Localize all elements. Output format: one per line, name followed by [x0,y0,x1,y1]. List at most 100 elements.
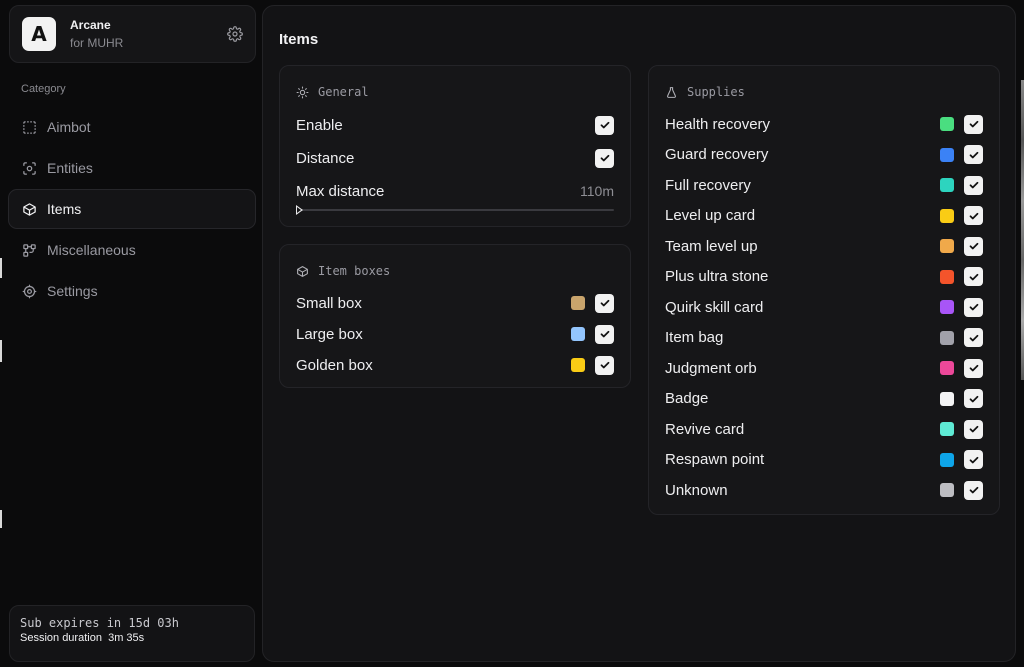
max-distance-value: 110m [580,183,614,199]
item-checkbox[interactable] [964,328,983,347]
session-duration-label: Session duration [20,632,102,644]
sidebar-item-entities[interactable]: Entities [8,148,256,188]
item-controls [940,236,983,256]
item-controls [940,145,983,164]
card-header: Supplies [665,82,983,102]
item-checkbox[interactable] [964,236,983,256]
distance-checkbox[interactable] [595,148,614,168]
item-label: Team level up [665,237,758,255]
item-controls [940,389,983,408]
color-swatch[interactable] [940,239,954,253]
card-title: General [318,85,369,99]
color-swatch[interactable] [940,117,954,131]
item-checkbox[interactable] [964,206,983,225]
item-controls [940,450,983,469]
list-item: Guard recovery [665,145,983,165]
color-swatch[interactable] [940,178,954,192]
item-boxes-card: Item boxes Small box Large box Golden box [279,244,631,388]
max-distance-row: Max distance 110m [296,181,614,201]
gear-icon[interactable] [227,26,243,42]
color-swatch[interactable] [571,358,585,372]
color-swatch[interactable] [940,269,954,284]
check-icon [969,334,978,341]
check-icon [600,330,609,338]
max-distance-label: Max distance [296,182,385,200]
enable-checkbox[interactable] [595,115,614,135]
check-icon [969,212,978,219]
item-checkbox[interactable] [964,145,983,164]
card-header: General [296,82,614,102]
item-label: Plus ultra stone [665,268,769,285]
check-icon [600,121,609,129]
item-checkbox[interactable] [595,293,614,313]
card-title: Supplies [687,85,745,99]
distance-label: Distance [296,149,355,167]
category-nav: Aimbot Entities Items Miscellaneous Sett… [8,107,256,311]
item-checkbox[interactable] [964,114,983,134]
item-checkbox[interactable] [964,480,983,500]
color-swatch[interactable] [940,452,954,467]
check-icon [969,151,978,158]
item-checkbox[interactable] [595,355,614,375]
color-swatch[interactable] [940,361,954,375]
item-label: Unknown [665,481,728,499]
item-label: Quirk skill card [665,298,764,316]
item-checkbox[interactable] [964,389,983,408]
item-checkbox[interactable] [964,267,983,286]
item-checkbox[interactable] [964,297,983,317]
check-icon [969,120,978,128]
item-controls [940,358,983,378]
item-label: Respawn point [665,451,765,468]
color-swatch[interactable] [940,208,954,223]
item-checkbox[interactable] [964,175,983,195]
card-header: Item boxes [296,261,614,281]
color-swatch[interactable] [940,483,954,497]
sidebar-item-aimbot[interactable]: Aimbot [8,107,256,147]
color-swatch[interactable] [940,422,954,436]
color-swatch[interactable] [940,147,954,162]
slider-track [296,209,614,211]
grid-dots-icon [23,243,36,257]
supplies-list: Health recovery Guard recovery Full recove… [665,114,983,500]
check-icon [969,181,978,189]
item-label: Small box [296,294,362,312]
list-item: Badge [665,389,983,409]
color-swatch[interactable] [940,391,954,406]
color-swatch[interactable] [571,296,585,310]
color-swatch[interactable] [571,327,585,341]
list-item: Respawn point [665,450,983,470]
item-controls [571,355,614,375]
list-item: Full recovery [665,175,983,195]
category-label: Category [21,83,66,95]
item-label: Full recovery [665,176,751,194]
sidebar-item-settings[interactable]: Settings [8,271,256,311]
check-icon [969,395,978,402]
distance-row: Distance [296,148,614,168]
sun-icon [296,86,309,98]
item-checkbox[interactable] [595,324,614,344]
item-checkbox[interactable] [964,419,983,439]
check-icon [969,486,978,494]
supplies-card: Supplies Health recovery Guard recovery Fu… [648,65,1000,515]
list-item: Team level up [665,236,983,256]
check-icon [969,425,978,433]
max-distance-slider[interactable] [296,205,614,215]
sidebar-item-miscellaneous[interactable]: Miscellaneous [8,230,256,270]
sidebar: A Arcane for MUHR Category Aimbot Entiti… [8,5,256,662]
item-controls [940,175,983,195]
slider-thumb[interactable] [296,205,303,215]
list-item: Quirk skill card [665,297,983,317]
item-label: Health recovery [665,115,771,133]
sidebar-item-items[interactable]: Items [8,189,256,229]
general-card: General Enable Distance Max distance 110… [279,65,631,227]
color-swatch[interactable] [940,330,954,345]
item-controls [940,206,983,225]
scan-face-icon [23,161,36,175]
color-swatch[interactable] [940,300,954,314]
enable-row: Enable [296,115,614,135]
item-checkbox[interactable] [964,450,983,469]
item-checkbox[interactable] [964,358,983,378]
check-icon [969,364,978,372]
check-icon [600,154,609,162]
list-item: Unknown [665,480,983,500]
